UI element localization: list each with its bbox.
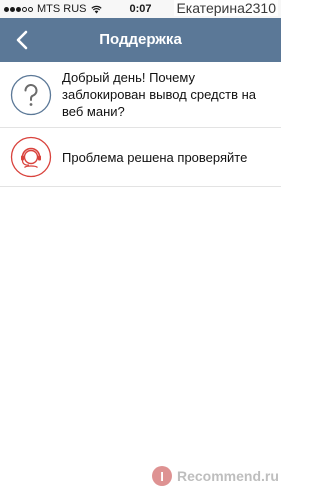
- question-icon: [10, 74, 52, 116]
- list-item[interactable]: Добрый день! Почему заблокирован вывод с…: [0, 62, 281, 128]
- recommend-watermark: I Recommend.ru: [152, 466, 279, 486]
- list-item-text: Проблема решена проверяйте: [62, 149, 248, 165]
- list-item-text: Добрый день! Почему заблокирован вывод с…: [62, 70, 256, 119]
- ticket-list: Добрый день! Почему заблокирован вывод с…: [0, 62, 281, 187]
- recommend-logo-icon: I: [152, 466, 172, 486]
- page-title: Поддержка: [99, 31, 182, 48]
- username-watermark: Екатерина2310: [174, 0, 278, 16]
- support-agent-icon: [10, 136, 52, 178]
- recommend-watermark-text: Recommend.ru: [177, 468, 279, 484]
- nav-bar: Поддержка: [0, 18, 281, 62]
- list-item[interactable]: Проблема решена проверяйте: [0, 128, 281, 187]
